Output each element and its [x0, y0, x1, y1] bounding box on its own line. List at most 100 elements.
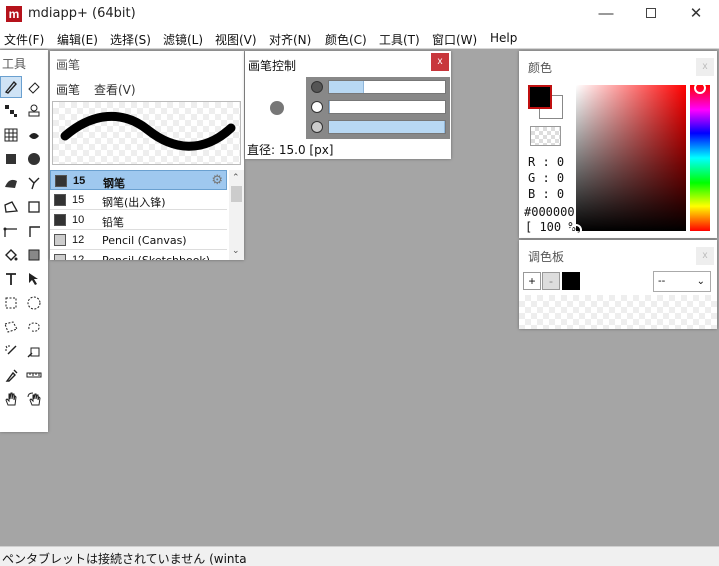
tool-ellipse-select[interactable]	[23, 292, 45, 314]
scroll-up-icon[interactable]: ⌃	[232, 172, 240, 183]
menu-edit[interactable]: 编辑(E)	[57, 31, 98, 48]
brush-swatch	[54, 214, 66, 226]
minimize-button[interactable]: —	[583, 0, 629, 28]
magic-wand-icon	[5, 345, 17, 355]
bucket-icon	[5, 249, 18, 261]
color-panel-close-button[interactable]: x	[696, 58, 714, 76]
tool-freeform-select[interactable]	[23, 316, 45, 338]
transparent-color-swatch[interactable]	[530, 126, 561, 146]
tool-pen[interactable]	[0, 76, 22, 98]
tool-dots[interactable]	[0, 100, 22, 122]
hue-handle[interactable]	[694, 82, 706, 94]
tool-lasso[interactable]	[0, 316, 22, 338]
add-palette-color-button[interactable]: +	[523, 272, 541, 290]
tool-move[interactable]	[23, 268, 45, 290]
brush-swatch	[55, 175, 67, 187]
palette-current-color[interactable]	[562, 272, 580, 290]
menu-color[interactable]: 颜色(C)	[325, 31, 367, 48]
brush-item[interactable]: 12 Pencil (Sketchbook)	[50, 250, 227, 260]
brush-param-slider[interactable]	[328, 100, 446, 114]
tool-text[interactable]	[0, 268, 22, 290]
gear-icon[interactable]: ⚙	[211, 172, 223, 188]
tool-rect[interactable]	[23, 196, 45, 218]
brush-control-close-button[interactable]: x	[431, 53, 449, 71]
menu-align[interactable]: 对齐(N)	[269, 31, 311, 48]
menu-help[interactable]: Help	[490, 31, 517, 45]
transform-icon	[27, 347, 40, 358]
brush-stroke-preview	[52, 101, 241, 165]
brush-item[interactable]: 10 铅笔	[50, 210, 227, 230]
freeform-select-icon	[28, 322, 40, 332]
remove-palette-color-button[interactable]: -	[542, 272, 560, 290]
ellipse-select-icon	[27, 296, 41, 310]
move-icon	[29, 273, 38, 285]
scroll-down-icon[interactable]: ⌄	[232, 245, 240, 256]
menu-select[interactable]: 选择(S)	[110, 31, 151, 48]
slider-fill	[329, 121, 445, 133]
tool-eyedropper[interactable]	[0, 364, 22, 386]
menu-window[interactable]: 窗口(W)	[432, 31, 477, 48]
tool-brush[interactable]	[23, 124, 45, 146]
brush-size: 15	[72, 194, 85, 206]
brush-menu[interactable]: 画笔	[56, 81, 80, 98]
tool-line[interactable]	[0, 220, 22, 242]
tool-circle-fill[interactable]	[23, 148, 45, 170]
tool-stamp[interactable]	[23, 100, 45, 122]
tool-rotate-hand[interactable]	[23, 388, 45, 410]
palette-panel: 调色板 x + - -- ⌄	[519, 240, 717, 329]
stroke-preview-path	[60, 112, 236, 151]
tool-square-fill[interactable]	[0, 148, 22, 170]
brush-size: 10	[72, 214, 85, 226]
brush-size: 15	[73, 175, 86, 187]
title-bar: m mdiapp+ (64bit) — ✕	[0, 0, 719, 28]
brush-param-slider[interactable]	[328, 80, 446, 94]
brush-view-menu[interactable]: 查看(V)	[94, 81, 136, 98]
menu-file[interactable]: 文件(F)	[4, 31, 44, 48]
palette-select[interactable]: -- ⌄	[653, 271, 711, 292]
sv-handle[interactable]	[570, 224, 582, 236]
tool-grid[interactable]	[0, 124, 22, 146]
palette-grid[interactable]	[519, 295, 717, 329]
menu-view[interactable]: 视图(V)	[215, 31, 257, 48]
lasso-icon	[4, 321, 18, 333]
brush-control-title: 画笔控制	[248, 59, 297, 73]
tool-ruler[interactable]	[23, 364, 45, 386]
menu-tools[interactable]: 工具(T)	[379, 31, 420, 48]
ruler-icon	[26, 372, 42, 378]
brush-item[interactable]: 12 Pencil (Canvas)	[50, 230, 227, 250]
tool-gradient[interactable]	[23, 244, 45, 266]
close-button[interactable]: ✕	[673, 0, 719, 28]
tool-eraser[interactable]	[23, 76, 45, 98]
tool-polyline[interactable]	[23, 172, 45, 194]
tool-rect-select[interactable]	[0, 292, 22, 314]
brush-item[interactable]: 15 钢笔(出入锋)	[50, 190, 227, 210]
tool-magic-wand[interactable]	[0, 340, 22, 362]
brush-dot	[270, 101, 284, 115]
brush-name: Pencil (Sketchbook)	[102, 254, 210, 260]
brush-param-slider[interactable]	[328, 120, 446, 134]
brush-control-panel: 画笔控制 x 直径: 15.0 [px]	[245, 51, 451, 159]
minimize-icon: —	[598, 5, 614, 22]
diameter-label: 直径: 15.0 [px]	[247, 143, 334, 157]
hue-slider[interactable]	[690, 82, 710, 231]
corner-icon	[29, 226, 40, 237]
brush-item[interactable]: 15 钢笔 ⚙	[50, 170, 227, 190]
status-text: ペンタブレットは接続されていません (wintab	[2, 552, 247, 566]
brush-list-scrollbar[interactable]: ⌃ ⌄	[229, 170, 244, 260]
tool-bucket[interactable]	[0, 244, 22, 266]
tool-corner[interactable]	[23, 220, 45, 242]
tool-curve[interactable]	[0, 172, 22, 194]
rect-select-icon	[5, 297, 17, 309]
tool-hand[interactable]	[0, 388, 22, 410]
saturation-value-picker[interactable]	[576, 85, 686, 231]
hand-icon	[5, 392, 17, 406]
palette-panel-close-button[interactable]: x	[696, 247, 714, 265]
tool-transform[interactable]	[23, 340, 45, 362]
brush-name: 钢笔(出入锋)	[102, 196, 166, 209]
maximize-button[interactable]	[628, 0, 674, 28]
scroll-thumb[interactable]	[231, 186, 242, 202]
foreground-color-swatch[interactable]	[528, 85, 552, 109]
tool-polygon[interactable]	[0, 196, 22, 218]
brush-size: 12	[72, 234, 85, 246]
menu-filter[interactable]: 滤镜(L)	[163, 31, 203, 48]
